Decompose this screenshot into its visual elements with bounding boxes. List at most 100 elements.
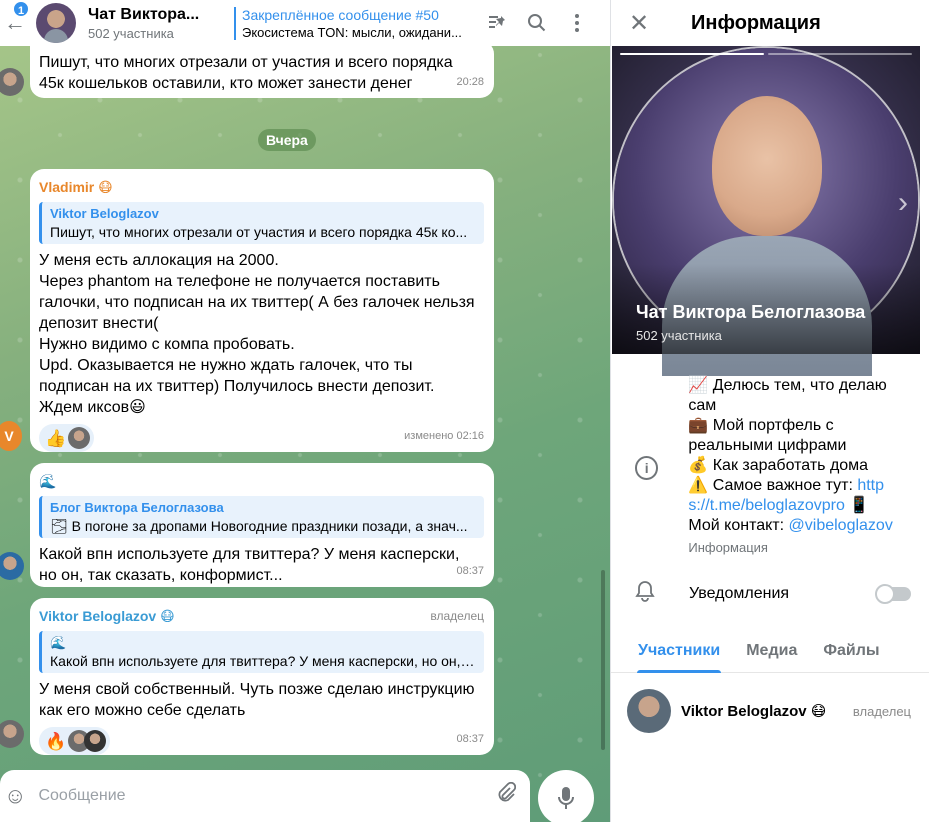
owner-badge: владелец	[430, 609, 484, 623]
emoji-icon[interactable]: ☺	[4, 783, 26, 809]
notifications-label: Уведомления	[689, 585, 790, 602]
back-button[interactable]: ← 1	[0, 0, 30, 46]
reply-author: Блог Виктора Белоглазова	[50, 500, 224, 515]
description-caption: Информация	[688, 540, 768, 555]
pinned-text: Экосистема TON: мысли, ожидани...	[242, 24, 462, 40]
avatar[interactable]	[0, 552, 24, 580]
message-line: Upd. Оказывается не нужно ждать галочек,…	[39, 357, 413, 374]
photo-progress	[620, 53, 912, 55]
tab-members[interactable]: Участники	[625, 632, 733, 673]
description-line: реальными цифрами	[688, 437, 847, 454]
message-text: Пишут, что многих отрезали от участия и …	[39, 48, 484, 94]
tab-files[interactable]: Файлы	[810, 632, 892, 672]
notifications-row[interactable]: Уведомления	[611, 564, 929, 624]
close-icon[interactable]: ✕	[611, 0, 667, 46]
tab-media[interactable]: Медиа	[733, 632, 810, 672]
description-line: 💼 Мой портфель с	[688, 417, 834, 434]
member-role: владелец	[852, 703, 911, 719]
message-bubble[interactable]: Пишут, что многих отрезали от участия и …	[30, 40, 494, 98]
description-line: s://t.me/beloglazovpro 📱	[688, 496, 911, 516]
message-line: подписан на их твиттер) Получилось внест…	[39, 378, 435, 395]
info-panel-header: ✕ Информация	[611, 0, 929, 46]
contact-link[interactable]: @vibeloglazov	[789, 517, 893, 534]
pinned-title: Закреплённое сообщение #50	[242, 6, 439, 23]
chat-title-block[interactable]: Чат Виктора... 502 участника	[88, 6, 218, 41]
reply-author: 🌊	[50, 635, 67, 650]
author-emoji-status: 😷	[98, 179, 113, 195]
info-panel-title: Информация	[691, 11, 821, 34]
chat-member-count: 502 участника	[88, 25, 174, 41]
message-input[interactable]: Сообщение	[38, 787, 496, 805]
chat-area: ← 1 Чат Виктора... 502 участника Закрепл…	[0, 0, 610, 822]
info-icon: i	[635, 456, 659, 480]
message-time: 08:37	[456, 565, 484, 577]
reply-text: 🌫 В погоне за дропами Новогодние праздни…	[50, 518, 468, 534]
reply-quote[interactable]: Блог Виктора Белоглазова 🌫 В погоне за д…	[39, 496, 484, 538]
message-time: изменено 02:16	[404, 430, 484, 442]
voice-record-button[interactable]	[538, 770, 594, 822]
author-emoji-status: 😷	[160, 608, 175, 624]
channel-link[interactable]: s://t.me/beloglazovpro	[688, 497, 845, 514]
photo-progress-segment	[620, 53, 764, 55]
profile-name: Чат Виктора Белоглазова	[636, 302, 866, 322]
avatar-letter: V	[4, 428, 14, 444]
message-text: У меня свой собственный. Чуть позже сдел…	[39, 679, 484, 721]
photo-face	[712, 96, 822, 236]
reaction-thumbs-up[interactable]: 👍	[39, 424, 95, 452]
avatar[interactable]	[0, 720, 24, 748]
avatar[interactable]: V	[0, 421, 22, 451]
message-time: 20:28	[456, 76, 484, 88]
message-list[interactable]: Пишут, что многих отрезали от участия и …	[0, 40, 610, 766]
message-author[interactable]: Viktor Beloglazov 😷	[39, 606, 484, 627]
message-line: Пишут, что многих отрезали от участия и …	[39, 54, 453, 71]
message-line: галочки, что подписан на их твиттер( А б…	[39, 294, 475, 311]
avatar[interactable]	[0, 68, 24, 96]
message-line: Какой впн используете для твиттера? У ме…	[39, 546, 460, 563]
chat-header: ← 1 Чат Виктора... 502 участника Закрепл…	[0, 0, 610, 46]
profile-photo[interactable]: › Чат Виктора Белоглазова 502 участника	[612, 46, 920, 376]
message-text: Какой впн используете для твиттера? У ме…	[39, 544, 484, 586]
message-line: Через phantom на телефоне не получается …	[39, 273, 440, 290]
info-panel: ✕ Информация › Чат Виктора Белоглазова 5…	[610, 0, 929, 822]
thumbs-up-icon: 👍	[45, 428, 67, 448]
more-vertical-icon[interactable]	[566, 12, 588, 34]
member-row[interactable]: Viktor Beloglazov 😷 владелец	[611, 673, 929, 733]
search-icon[interactable]	[526, 12, 548, 34]
pinned-list-icon[interactable]	[486, 12, 508, 34]
message-bubble[interactable]: 🌊 Блог Виктора Белоглазова 🌫 В погоне за…	[30, 463, 494, 587]
message-author[interactable]: Vladimir 😷	[39, 177, 484, 198]
description-line: 📈 Делюсь тем, что делаю	[688, 377, 887, 394]
profile-member-count: 502 участника	[636, 328, 722, 343]
avatar	[627, 689, 671, 733]
message-line: У меня свой собственный. Чуть позже сдел…	[39, 681, 475, 698]
reaction-fire[interactable]: 🔥	[39, 727, 111, 755]
chevron-right-icon[interactable]: ›	[898, 186, 908, 220]
notifications-toggle[interactable]	[875, 584, 911, 604]
message-line: но он, так сказать, конформист...	[39, 567, 283, 584]
microphone-icon	[558, 787, 574, 809]
channel-link[interactable]: http	[857, 477, 884, 494]
member-name-text: Viktor Beloglazov	[681, 703, 807, 720]
attach-icon[interactable]	[496, 781, 517, 810]
message-line: Нужно видимо с компа пробовать.	[39, 336, 295, 353]
scrollbar[interactable]	[601, 570, 605, 750]
reply-quote[interactable]: 🌊 Какой впн используете для твиттера? У …	[39, 631, 484, 673]
chat-title: Чат Виктора...	[88, 5, 200, 23]
pinned-message[interactable]: Закреплённое сообщение #50 Экосистема TO…	[234, 6, 484, 40]
message-line: Ждем иксов😃	[39, 399, 146, 416]
reply-text: Пишут, что многих отрезали от участия и …	[50, 224, 468, 240]
description-line: 💰 Как заработать дома	[688, 457, 869, 474]
message-bubble[interactable]: Vladimir 😷 Viktor Beloglazov Пишут, что …	[30, 169, 494, 452]
message-line: 45к кошельков оставили, кто может занест…	[39, 75, 413, 92]
description-text: 📈 Делюсь тем, что делаю сам 💼 Мой портфе…	[688, 376, 911, 558]
telegram-window: ← 1 Чат Виктора... 502 участника Закрепл…	[0, 0, 929, 822]
message-bubble[interactable]: Viktor Beloglazov 😷 владелец 🌊 Какой впн…	[30, 598, 494, 755]
reactor-avatar	[84, 730, 107, 752]
bell-icon	[635, 580, 659, 608]
chat-avatar[interactable]	[36, 3, 76, 43]
message-author[interactable]: 🌊	[39, 471, 484, 492]
date-separator: Вчера	[258, 129, 316, 151]
reactions: 🔥	[39, 727, 484, 755]
phone-emoji: 📱	[844, 497, 870, 514]
reply-quote[interactable]: Viktor Beloglazov Пишут, что многих отре…	[39, 202, 484, 244]
